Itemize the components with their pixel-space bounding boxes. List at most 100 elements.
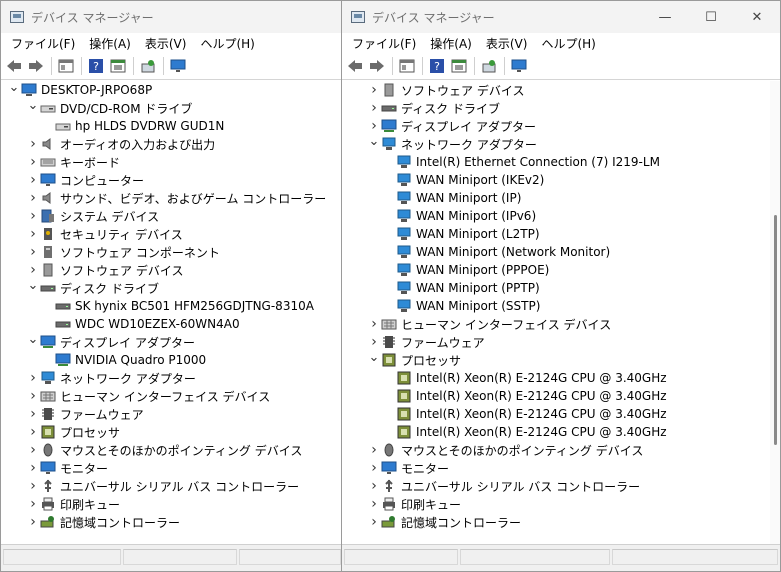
scrollbar-thumb[interactable] — [774, 215, 777, 445]
tree-node[interactable]: WAN Miniport (PPPOE) — [342, 261, 780, 279]
tree-node[interactable]: › セキュリティ デバイス — [1, 225, 341, 243]
expand-chevron-icon[interactable]: › — [367, 513, 381, 531]
tree-node[interactable]: WAN Miniport (PPTP) — [342, 279, 780, 297]
action-pane-icon[interactable] — [450, 57, 468, 75]
tree-node[interactable]: Intel(R) Xeon(R) E-2124G CPU @ 3.40GHz — [342, 369, 780, 387]
scan-hardware-icon[interactable] — [139, 57, 157, 75]
menu-view[interactable]: 表示(V) — [139, 35, 195, 52]
expand-chevron-icon[interactable]: › — [367, 99, 381, 117]
display-icon[interactable] — [510, 57, 528, 75]
expand-chevron-icon[interactable]: › — [26, 135, 40, 153]
expand-chevron-icon[interactable]: › — [367, 477, 381, 495]
expand-chevron-icon[interactable]: › — [26, 171, 40, 189]
forward-icon[interactable] — [27, 57, 45, 75]
tree-node[interactable]: ⌄ ディスプレイ アダプター — [1, 330, 341, 351]
properties-icon[interactable] — [398, 57, 416, 75]
maximize-button[interactable]: ☐ — [688, 1, 734, 33]
tree-node[interactable]: › ユニバーサル シリアル バス コントローラー — [1, 477, 341, 495]
tree-node[interactable]: ⌄ プロセッサ — [342, 348, 780, 369]
back-icon[interactable] — [346, 57, 364, 75]
help-icon[interactable]: ? — [87, 57, 105, 75]
expand-chevron-icon[interactable]: › — [367, 459, 381, 477]
tree-node[interactable]: › マウスとそのほかのポインティング デバイス — [342, 441, 780, 459]
menu-action[interactable]: 操作(A) — [83, 35, 139, 52]
expand-chevron-icon[interactable]: › — [26, 459, 40, 477]
collapse-chevron-icon[interactable]: ⌄ — [26, 276, 40, 294]
expand-chevron-icon[interactable]: › — [26, 369, 40, 387]
back-icon[interactable] — [5, 57, 23, 75]
tree-node[interactable]: › ディスプレイ アダプター — [342, 117, 780, 135]
tree-node[interactable]: WAN Miniport (IKEv2) — [342, 171, 780, 189]
tree-node[interactable]: › ファームウェア — [1, 405, 341, 423]
tree-node[interactable]: ⌄ ネットワーク アダプター — [342, 134, 780, 153]
expand-chevron-icon[interactable]: › — [367, 315, 381, 333]
tree-node[interactable]: › ディスク ドライブ — [342, 99, 780, 117]
tree-node[interactable]: › ソフトウェア デバイス — [1, 261, 341, 279]
expand-chevron-icon[interactable]: › — [26, 387, 40, 405]
expand-chevron-icon[interactable]: › — [367, 495, 381, 513]
expand-chevron-icon[interactable]: › — [26, 441, 40, 459]
tree-node[interactable]: ⌄ DESKTOP-JRPO68P — [1, 81, 341, 99]
menu-help[interactable]: ヘルプ(H) — [535, 35, 603, 52]
tree-node[interactable]: WAN Miniport (SSTP) — [342, 297, 780, 315]
collapse-chevron-icon[interactable]: ⌄ — [7, 81, 21, 96]
tree-node[interactable]: › コンピューター — [1, 171, 341, 189]
tree-node[interactable]: WDC WD10EZEX-60WN4A0 — [1, 315, 341, 333]
tree-node[interactable]: WAN Miniport (Network Monitor) — [342, 243, 780, 261]
expand-chevron-icon[interactable]: › — [26, 153, 40, 171]
expand-chevron-icon[interactable]: › — [26, 423, 40, 441]
tree-node[interactable]: ⌄ ディスク ドライブ — [1, 276, 341, 297]
tree-node[interactable]: › キーボード — [1, 153, 341, 171]
tree-node[interactable]: › オーディオの入力および出力 — [1, 135, 341, 153]
forward-icon[interactable] — [368, 57, 386, 75]
menu-action[interactable]: 操作(A) — [424, 35, 480, 52]
expand-chevron-icon[interactable]: › — [26, 207, 40, 225]
tree-node[interactable]: ⌄ DVD/CD-ROM ドライブ — [1, 96, 341, 117]
tree-node[interactable]: SK hynix BC501 HFM256GDJTNG-8310A — [1, 297, 341, 315]
tree-node[interactable]: › プロセッサ — [1, 423, 341, 441]
title-bar[interactable]: デバイス マネージャー — ☐ ✕ — [342, 1, 780, 33]
help-icon[interactable]: ? — [428, 57, 446, 75]
title-bar[interactable]: デバイス マネージャー — [1, 1, 341, 33]
vertical-scrollbar[interactable] — [770, 81, 780, 545]
tree-node[interactable]: › ヒューマン インターフェイス デバイス — [1, 387, 341, 405]
tree-node[interactable]: › モニター — [1, 459, 341, 477]
display-icon[interactable] — [169, 57, 187, 75]
tree-node[interactable]: hp HLDS DVDRW GUD1N — [1, 117, 341, 135]
expand-chevron-icon[interactable]: › — [26, 495, 40, 513]
tree-node[interactable]: › 印刷キュー — [1, 495, 341, 513]
expand-chevron-icon[interactable]: › — [26, 513, 40, 531]
menu-file[interactable]: ファイル(F) — [5, 35, 83, 52]
minimize-button[interactable]: — — [642, 1, 688, 33]
tree-node[interactable]: Intel(R) Xeon(R) E-2124G CPU @ 3.40GHz — [342, 387, 780, 405]
collapse-chevron-icon[interactable]: ⌄ — [26, 330, 40, 348]
tree-node[interactable]: WAN Miniport (IPv6) — [342, 207, 780, 225]
collapse-chevron-icon[interactable]: ⌄ — [367, 348, 381, 366]
tree-node[interactable]: WAN Miniport (IP) — [342, 189, 780, 207]
menu-file[interactable]: ファイル(F) — [346, 35, 424, 52]
tree-node[interactable]: › 印刷キュー — [342, 495, 780, 513]
tree-node[interactable]: › ソフトウェア デバイス — [342, 81, 780, 99]
tree-node[interactable]: WAN Miniport (L2TP) — [342, 225, 780, 243]
collapse-chevron-icon[interactable]: ⌄ — [26, 96, 40, 114]
tree-node[interactable]: › ユニバーサル シリアル バス コントローラー — [342, 477, 780, 495]
expand-chevron-icon[interactable]: › — [26, 189, 40, 207]
tree-node[interactable]: › ネットワーク アダプター — [1, 369, 341, 387]
tree-node[interactable]: NVIDIA Quadro P1000 — [1, 351, 341, 369]
tree-node[interactable]: › モニター — [342, 459, 780, 477]
tree-node[interactable]: › 記憶域コントローラー — [1, 513, 341, 531]
scan-hardware-icon[interactable] — [480, 57, 498, 75]
tree-node[interactable]: › ファームウェア — [342, 333, 780, 351]
tree-node[interactable]: › サウンド、ビデオ、およびゲーム コントローラー — [1, 189, 341, 207]
expand-chevron-icon[interactable]: › — [26, 225, 40, 243]
menu-view[interactable]: 表示(V) — [480, 35, 536, 52]
tree-node[interactable]: Intel(R) Ethernet Connection (7) I219-LM — [342, 153, 780, 171]
tree-node[interactable]: Intel(R) Xeon(R) E-2124G CPU @ 3.40GHz — [342, 423, 780, 441]
expand-chevron-icon[interactable]: › — [26, 243, 40, 261]
tree-node[interactable]: › マウスとそのほかのポインティング デバイス — [1, 441, 341, 459]
expand-chevron-icon[interactable]: › — [367, 441, 381, 459]
tree-node[interactable]: › 記憶域コントローラー — [342, 513, 780, 531]
tree-node[interactable]: › システム デバイス — [1, 207, 341, 225]
tree-node[interactable]: › ヒューマン インターフェイス デバイス — [342, 315, 780, 333]
expand-chevron-icon[interactable]: › — [367, 81, 381, 99]
